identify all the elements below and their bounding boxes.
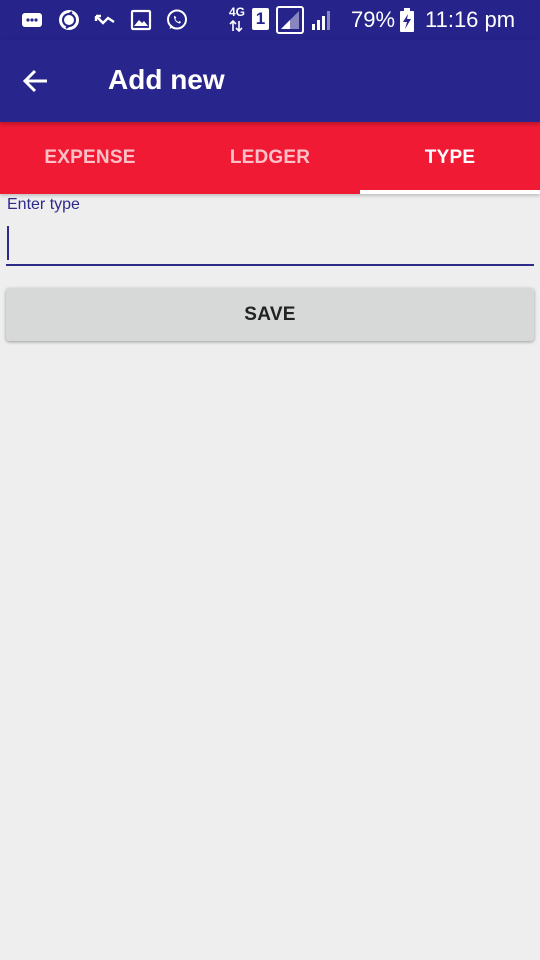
sync-icon (59, 10, 79, 30)
signal-sim1-icon (276, 6, 304, 34)
back-button[interactable] (10, 56, 62, 106)
clock: 11:16 pm (425, 7, 516, 32)
tab-bar: EXPENSE LEDGER TYPE (0, 122, 540, 194)
text-cursor (7, 226, 9, 260)
network-4g-icon: 4G (229, 5, 246, 19)
status-bar: 4G 1 79% 11:16 pm (0, 0, 540, 40)
battery-charging-icon (400, 8, 414, 32)
missed-call-icon (94, 14, 115, 25)
page-title: Add new (108, 64, 225, 95)
data-arrows-icon (229, 20, 243, 32)
active-tab-indicator (360, 190, 540, 194)
app-bar: Add new (0, 40, 540, 122)
messages-icon (22, 13, 42, 27)
tab-expense[interactable]: EXPENSE (0, 122, 180, 194)
tab-label: TYPE (424, 147, 476, 168)
tab-ledger[interactable]: LEDGER (180, 122, 360, 194)
tab-label: EXPENSE (44, 147, 136, 168)
arrow-back-icon (22, 69, 47, 93)
save-button[interactable]: SAVE (6, 288, 534, 341)
gallery-icon (130, 9, 152, 31)
sim-1-icon: 1 (252, 8, 269, 30)
tab-type[interactable]: TYPE (360, 122, 540, 194)
save-button-label: SAVE (244, 303, 296, 325)
tab-label: LEDGER (229, 147, 311, 168)
whatsapp-icon (167, 9, 187, 30)
signal-sim2-icon (312, 11, 330, 30)
battery-percent: 79% (351, 7, 396, 32)
type-input[interactable] (6, 218, 534, 266)
type-field-label: Enter type (7, 196, 80, 213)
